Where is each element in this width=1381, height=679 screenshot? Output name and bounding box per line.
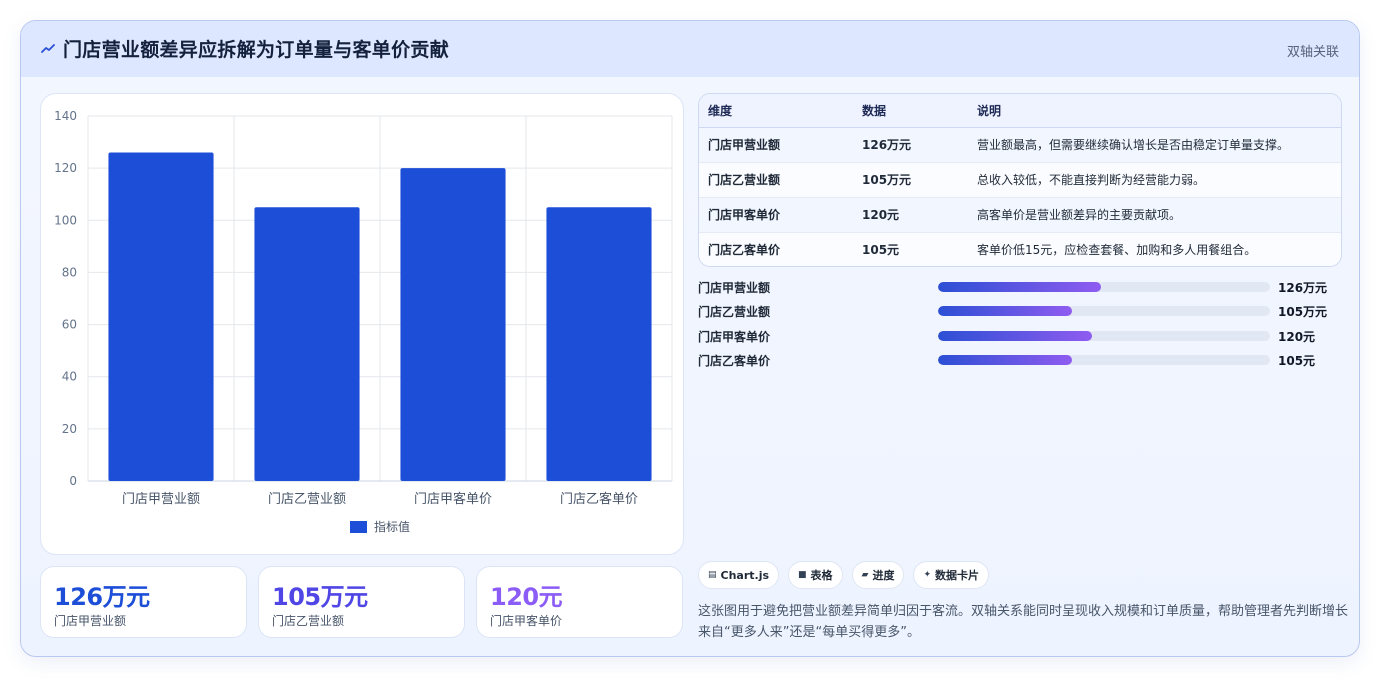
- progress-label: 门店乙营业额: [698, 305, 771, 319]
- kpi-value: 126万元: [54, 583, 150, 611]
- chart-icon: ▤: [708, 570, 717, 580]
- page-title: 门店营业额差异应拆解为订单量与客单价贡献: [63, 39, 450, 61]
- chip-label: 进度: [872, 569, 895, 582]
- chart-description: 这张图用于避免把营业额差异简单归因于客流。双轴关系能同时呈现收入规模和订单质量，…: [698, 604, 1349, 640]
- y-tick-label: 140: [54, 109, 77, 123]
- table-cell: 门店甲营业额: [699, 127, 853, 163]
- table-cell: 105元: [853, 232, 968, 266]
- table-row: 门店甲营业额 126万元 营业额最高，但需要继续确认增长是否由稳定订单量支撑。: [699, 127, 1341, 163]
- progress-fill: [938, 331, 1093, 341]
- table-cell: 营业额最高，但需要继续确认增长是否由稳定订单量支撑。: [968, 127, 1341, 163]
- progress-value: 105元: [1278, 354, 1316, 368]
- header-tag: 双轴关联: [1286, 45, 1339, 60]
- chip-label: 数据卡片: [935, 569, 980, 582]
- progress-row: 门店甲营业额 126万元: [698, 277, 1342, 297]
- table-header-cell: 说明: [968, 94, 1341, 128]
- progress-track: [938, 355, 1270, 365]
- legend-label: 指标值: [374, 519, 410, 534]
- bar-chart: 0 20 40 60 80 100 120 140 门店甲营业额 门店乙营业额 门店甲客单价 门店乙客…: [54, 109, 673, 534]
- progress-label: 门店乙客单价: [698, 354, 771, 368]
- progress-track: [938, 282, 1270, 292]
- table-cell: 门店甲客单价: [699, 197, 853, 233]
- y-tick-label: 20: [62, 422, 77, 436]
- y-tick-label: 120: [54, 161, 77, 175]
- kpi-value: 120元: [490, 583, 563, 611]
- y-tick-label: 0: [69, 474, 77, 488]
- table-cell: 126万元: [853, 127, 968, 163]
- data-table-panel: 维度 数据 说明 门店甲营业额 126万元 营业额最高，但需要继续确认增长是否由…: [698, 93, 1342, 267]
- table-cell: 高客单价是营业额差异的主要贡献项。: [968, 197, 1341, 233]
- progress-track: [938, 331, 1270, 341]
- table-header-row: 维度 数据 说明: [699, 94, 1341, 128]
- sparkle-icon: ✦: [923, 570, 932, 580]
- progress-fill: [938, 282, 1101, 292]
- bar: [546, 207, 652, 481]
- progress-label: 门店甲营业额: [698, 281, 771, 295]
- kpi-label: 门店甲客单价: [490, 614, 563, 628]
- progress-fill: [938, 306, 1073, 316]
- trend-line-icon: [41, 43, 55, 53]
- progress-row: 门店甲客单价 120元: [698, 326, 1342, 346]
- table-row: 门店乙营业额 105万元 总收入较低，不能直接判断为经营能力弱。: [699, 162, 1341, 198]
- table-cell: 120元: [853, 197, 968, 233]
- x-tick-label: 门店甲客单价: [414, 491, 492, 507]
- chip-table[interactable]: ■ 表格: [788, 561, 843, 589]
- table-header-cell: 维度: [699, 94, 853, 128]
- progress-label: 门店甲客单价: [698, 330, 771, 344]
- chip-label: 表格: [810, 569, 833, 582]
- y-tick-label: 60: [62, 318, 77, 332]
- progress-row: 门店乙客单价 105元: [698, 350, 1342, 370]
- table-cell: 105万元: [853, 162, 968, 198]
- table-cell: 总收入较低，不能直接判断为经营能力弱。: [968, 162, 1341, 198]
- table-header-cell: 数据: [853, 94, 968, 128]
- legend-swatch: [350, 521, 367, 533]
- progress-icon: ▰: [861, 570, 869, 580]
- progress-track: [938, 306, 1270, 316]
- chip-chartjs[interactable]: ▤ Chart.js: [698, 561, 780, 589]
- progress-value: 105万元: [1278, 305, 1328, 319]
- kpi-card: 105万元 门店乙营业额: [258, 566, 465, 638]
- table-row: 门店甲客单价 120元 高客单价是营业额差异的主要贡献项。: [699, 197, 1341, 233]
- bar: [254, 207, 360, 481]
- y-tick-label: 100: [54, 213, 77, 227]
- chip-label: Chart.js: [720, 568, 770, 582]
- kpi-label: 门店甲营业额: [54, 614, 127, 628]
- progress-row: 门店乙营业额 105万元: [698, 301, 1342, 321]
- x-tick-label: 门店乙客单价: [560, 491, 638, 507]
- progress-fill: [938, 355, 1073, 365]
- dashboard-card: 门店营业额差异应拆解为订单量与客单价贡献 双轴关联 0 20 40 60 80 100 12…: [20, 20, 1360, 657]
- y-tick-label: 40: [62, 370, 77, 384]
- data-table: 维度 数据 说明 门店甲营业额 126万元 营业额最高，但需要继续确认增长是否由…: [699, 94, 1341, 266]
- kpi-value: 105万元: [272, 583, 368, 611]
- progress-value: 126万元: [1278, 281, 1328, 295]
- x-tick-label: 门店甲营业额: [122, 492, 200, 507]
- table-cell: 门店乙营业额: [699, 162, 853, 198]
- bar-chart-panel: 0 20 40 60 80 100 120 140 门店甲营业额 门店乙营业额 门店甲客单价 门店乙客…: [40, 93, 684, 555]
- table-row: 门店乙客单价 105元 客单价低15元，应检查套餐、加购和多人用餐组合。: [699, 232, 1341, 266]
- table-icon: ■: [798, 570, 807, 580]
- x-tick-label: 门店乙营业额: [268, 492, 346, 507]
- table-cell: 客单价低15元，应检查套餐、加购和多人用餐组合。: [968, 232, 1341, 266]
- y-tick-label: 80: [62, 265, 77, 279]
- title-wrap: 门店营业额差异应拆解为订单量与客单价贡献: [41, 35, 449, 62]
- table-cell: 门店乙客单价: [699, 232, 853, 266]
- kpi-card: 120元 门店甲客单价: [476, 566, 683, 638]
- kpi-label: 门店乙营业额: [272, 614, 345, 628]
- bar: [400, 168, 506, 481]
- feature-chips: ▤ Chart.js ■ 表格 ▰ 进度 ✦ 数据卡片: [698, 561, 998, 589]
- bar: [108, 152, 214, 481]
- chip-data-card[interactable]: ✦ 数据卡片: [913, 561, 990, 589]
- progress-value: 120元: [1278, 330, 1316, 344]
- kpi-card: 126万元 门店甲营业额: [40, 566, 247, 638]
- card-header: 门店营业额差异应拆解为订单量与客单价贡献 双轴关联: [21, 21, 1359, 77]
- chip-progress[interactable]: ▰ 进度: [851, 561, 905, 589]
